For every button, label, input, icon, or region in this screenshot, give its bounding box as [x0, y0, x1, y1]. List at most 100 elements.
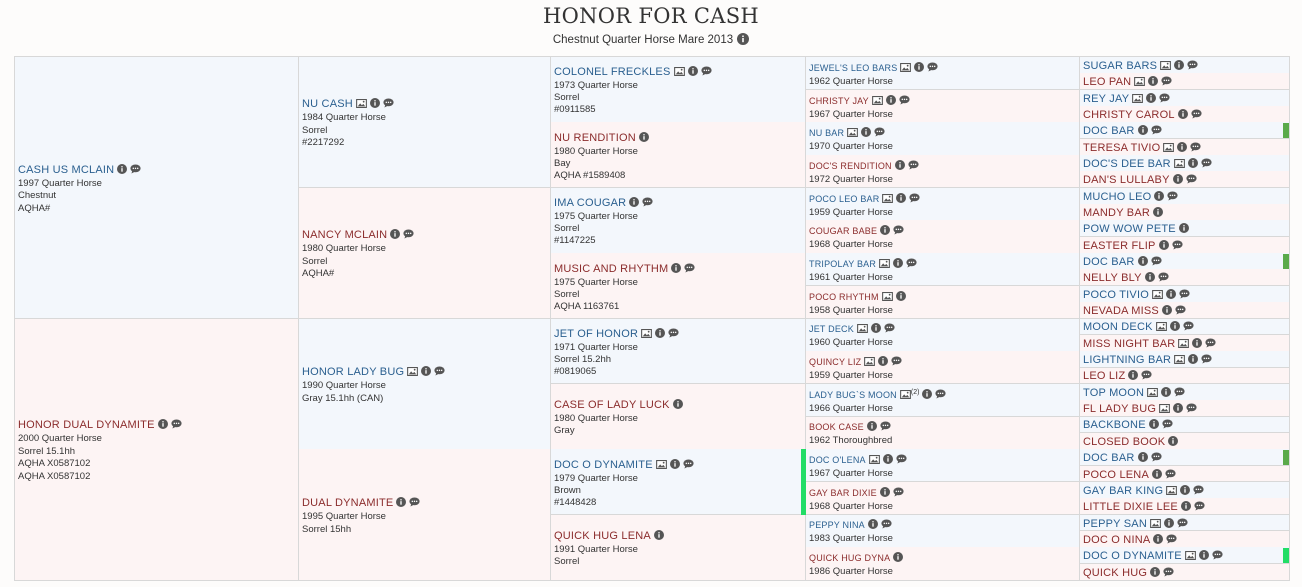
- info-icon[interactable]: [1150, 566, 1161, 577]
- info-icon[interactable]: [390, 229, 401, 240]
- horse-name-link[interactable]: MUSIC AND RHYTHM: [554, 263, 668, 275]
- horse-name-link[interactable]: HONOR LADY BUG: [302, 366, 404, 378]
- info-icon[interactable]: [117, 163, 128, 174]
- photo-icon[interactable]: [356, 99, 367, 109]
- info-icon[interactable]: [1152, 468, 1162, 479]
- comment-icon[interactable]: [171, 419, 182, 429]
- comment-icon[interactable]: [1201, 158, 1212, 168]
- info-icon[interactable]: [638, 131, 649, 142]
- horse-name-link[interactable]: CHRISTY JAY: [809, 96, 869, 106]
- comment-icon[interactable]: [1191, 109, 1202, 119]
- comment-icon[interactable]: [1150, 125, 1162, 135]
- horse-name-link[interactable]: NU CASH: [302, 98, 353, 110]
- horse-name-link[interactable]: LEO PAN: [1083, 76, 1131, 88]
- photo-icon[interactable]: [1178, 338, 1190, 348]
- comment-icon[interactable]: [1150, 256, 1162, 266]
- horse-name-link[interactable]: POCO LENA: [1083, 469, 1149, 481]
- comment-icon[interactable]: [908, 160, 919, 170]
- photo-icon[interactable]: [1166, 485, 1178, 495]
- horse-name-link[interactable]: MOON DECK: [1083, 321, 1153, 333]
- horse-name-link[interactable]: POCO TIVIO: [1083, 289, 1149, 301]
- comment-icon[interactable]: [1171, 240, 1183, 250]
- horse-name-link[interactable]: QUICK HUG DYNA: [809, 553, 890, 563]
- info-icon[interactable]: [1161, 386, 1172, 397]
- info-icon[interactable]: [866, 421, 877, 432]
- photo-icon[interactable]: [1152, 289, 1163, 299]
- info-icon[interactable]: [885, 94, 896, 105]
- comment-icon[interactable]: [1166, 534, 1177, 544]
- info-icon[interactable]: [421, 366, 432, 377]
- info-icon[interactable]: [1168, 435, 1179, 446]
- horse-name-link[interactable]: POCO RHYTHM: [809, 292, 879, 302]
- horse-name-link[interactable]: IMA COUGAR: [554, 197, 626, 209]
- info-icon[interactable]: [1192, 337, 1203, 348]
- info-icon[interactable]: [1177, 141, 1188, 152]
- horse-name-link[interactable]: MISS NIGHT BAR: [1083, 338, 1175, 350]
- info-icon[interactable]: [1187, 157, 1198, 168]
- info-icon[interactable]: [1161, 305, 1172, 316]
- photo-icon[interactable]: [868, 455, 880, 465]
- comment-icon[interactable]: [893, 225, 904, 235]
- comment-icon[interactable]: [1194, 501, 1205, 511]
- comment-icon[interactable]: [1186, 403, 1197, 413]
- info-icon[interactable]: [870, 323, 881, 334]
- horse-name-link[interactable]: DOC O'LENA: [809, 455, 866, 465]
- comment-icon[interactable]: [1187, 60, 1198, 70]
- comment-icon[interactable]: [1174, 387, 1185, 397]
- horse-name-link[interactable]: NELLY BLY: [1083, 272, 1142, 284]
- comment-icon[interactable]: [383, 98, 394, 108]
- comment-icon[interactable]: [1158, 272, 1169, 282]
- comment-icon[interactable]: [1177, 518, 1188, 528]
- info-icon[interactable]: [1148, 419, 1159, 430]
- horse-name-link[interactable]: REY JAY: [1083, 93, 1129, 105]
- info-icon[interactable]: [369, 98, 380, 109]
- horse-name-link[interactable]: PEPPY NINA: [809, 520, 865, 530]
- photo-icon[interactable]: [1155, 322, 1167, 332]
- info-icon[interactable]: [671, 262, 682, 273]
- info-icon[interactable]: [1153, 533, 1164, 544]
- comment-icon[interactable]: [1205, 338, 1217, 348]
- horse-name-link[interactable]: FL LADY BUG: [1083, 403, 1156, 415]
- info-icon[interactable]: [893, 552, 904, 563]
- info-icon[interactable]: [867, 519, 878, 530]
- horse-name-link[interactable]: CASE OF LADY LUCK: [554, 399, 670, 411]
- horse-name-link[interactable]: DOC'S RENDITION: [809, 161, 892, 171]
- info-icon[interactable]: [629, 197, 640, 208]
- horse-name-link[interactable]: CASH US MCLAIN: [18, 164, 114, 176]
- horse-name-link[interactable]: CLOSED BOOK: [1083, 436, 1165, 448]
- info-icon[interactable]: [1165, 288, 1176, 299]
- photo-icon[interactable]: [900, 62, 912, 72]
- horse-name-link[interactable]: LADY BUG`S MOON: [809, 390, 897, 400]
- horse-name-link[interactable]: DOC'S DEE BAR: [1083, 158, 1171, 170]
- comment-icon[interactable]: [1159, 93, 1170, 103]
- photo-icon[interactable]: [1147, 387, 1158, 397]
- info-icon[interactable]: [1137, 452, 1148, 463]
- comment-icon[interactable]: [884, 323, 895, 333]
- horse-name-link[interactable]: CHRISTY CAROL: [1083, 109, 1175, 121]
- comment-icon[interactable]: [700, 66, 712, 76]
- photo-icon[interactable]: [857, 324, 868, 334]
- info-icon[interactable]: [653, 530, 664, 541]
- horse-name-link[interactable]: DOC BAR: [1083, 452, 1135, 464]
- info-icon[interactable]: [1172, 174, 1183, 185]
- horse-name-link[interactable]: DAN'S LULLABY: [1083, 174, 1170, 186]
- comment-icon[interactable]: [1162, 419, 1173, 430]
- horse-name-link[interactable]: BOOK CASE: [809, 422, 864, 432]
- info-icon[interactable]: [1180, 484, 1191, 495]
- comment-icon[interactable]: [1167, 191, 1179, 201]
- comment-icon[interactable]: [1212, 550, 1223, 560]
- info-icon[interactable]: [1153, 207, 1163, 218]
- horse-name-link[interactable]: HONOR DUAL DYNAMITE: [18, 419, 155, 431]
- comment-icon[interactable]: [1150, 452, 1162, 462]
- photo-icon[interactable]: [899, 389, 911, 399]
- photo-icon[interactable]: [1150, 518, 1161, 528]
- comment-icon[interactable]: [1186, 174, 1197, 184]
- horse-name-link[interactable]: NU RENDITION: [554, 132, 636, 144]
- info-icon[interactable]: [1173, 403, 1184, 414]
- horse-name-link[interactable]: PEPPY SAN: [1083, 518, 1147, 530]
- comment-icon[interactable]: [880, 421, 891, 431]
- info-icon[interactable]: [914, 61, 925, 72]
- horse-name-link[interactable]: TOP MOON: [1083, 387, 1144, 399]
- horse-name-link[interactable]: QUICK HUG: [1083, 567, 1147, 579]
- info-icon[interactable]: [1178, 223, 1189, 234]
